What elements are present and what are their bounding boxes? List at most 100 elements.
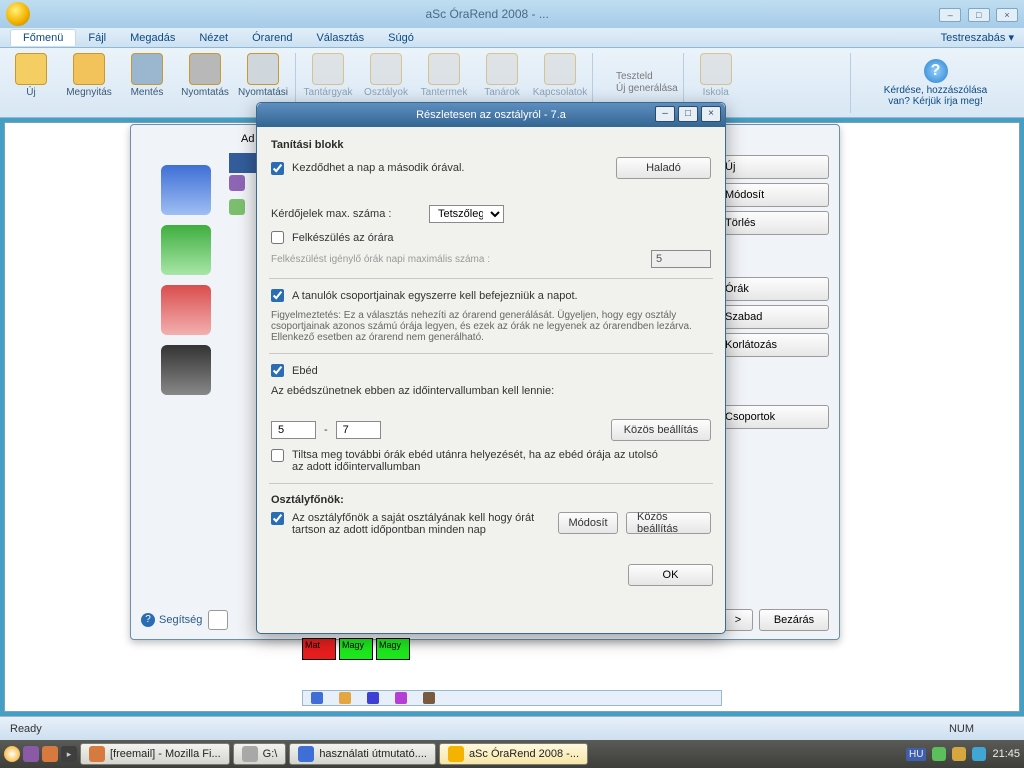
start-button[interactable] <box>4 746 20 762</box>
preparation-desc: Felkészülést igénylő órák napi maximális… <box>271 254 643 265</box>
book-icon[interactable] <box>161 165 211 215</box>
drive-icon <box>242 746 258 762</box>
quicklaunch-icon[interactable] <box>42 746 58 762</box>
modal-minimize-button[interactable]: – <box>655 106 675 122</box>
firefox-icon <box>89 746 105 762</box>
mini-hat-icon[interactable] <box>367 692 379 704</box>
parent-btn-modify[interactable]: Módosít <box>714 183 829 207</box>
advanced-button[interactable]: Haladó <box>616 157 711 179</box>
mini-person-icon[interactable] <box>339 692 351 704</box>
parent-small-button[interactable] <box>208 610 228 630</box>
task-doc[interactable]: használati útmutató.... <box>289 743 436 765</box>
cb-start-second-label: Kezdődhet a nap a második órával. <box>292 162 608 174</box>
lang-indicator[interactable]: HU <box>906 748 926 761</box>
ribbon-help-box[interactable]: ? Kérdése, hozzászólása van? Kérjük írja… <box>850 53 1020 113</box>
quicklaunch-expand-icon[interactable]: ▸ <box>61 746 77 762</box>
teacher-icon[interactable] <box>161 345 211 395</box>
status-ready: Ready <box>10 723 42 735</box>
cb-groups-finish-label: A tanulók csoportjainak egyszerre kell b… <box>292 290 578 302</box>
cb-start-second[interactable] <box>271 162 284 175</box>
menu-fajl[interactable]: Fájl <box>76 30 118 46</box>
parent-btn-lessons[interactable]: Órák <box>714 277 829 301</box>
menu-orarend[interactable]: Órarend <box>240 30 304 46</box>
lunch-desc: Az ebédszünetnek ebben az időintervallum… <box>271 385 711 397</box>
modal-title-bar: Részletesen az osztályról - 7.a – □ × <box>257 103 725 127</box>
window-controls: – □ × <box>936 7 1018 22</box>
parent-close-button[interactable]: Bezárás <box>759 609 829 631</box>
ribbon-save[interactable]: Mentés <box>120 51 174 114</box>
parent-help-link[interactable]: ? Segítség <box>141 613 202 627</box>
minimize-button[interactable]: – <box>939 8 961 22</box>
cb-class-teacher[interactable] <box>271 512 284 525</box>
task-freemail[interactable]: [freemail] - Mozilla Fi... <box>80 743 230 765</box>
parent-selected-row[interactable] <box>229 153 259 173</box>
cb-lunch[interactable] <box>271 364 284 377</box>
cb-lunch-label: Ebéd <box>292 365 318 377</box>
teacher-common-button[interactable]: Közös beállítás <box>626 512 711 534</box>
dash-label: - <box>324 424 328 436</box>
status-bar: Ready NUM <box>0 716 1024 740</box>
cb-groups-finish[interactable] <box>271 289 284 302</box>
word-icon <box>298 746 314 762</box>
tray-icon[interactable] <box>932 747 946 761</box>
parent-next-button[interactable]: > <box>723 609 753 631</box>
preparation-value <box>651 250 711 268</box>
modal-maximize-button[interactable]: □ <box>678 106 698 122</box>
tray-icon[interactable] <box>952 747 966 761</box>
cb-preparation[interactable] <box>271 231 284 244</box>
menu-fomenu[interactable]: Főmenü <box>10 29 76 46</box>
menu-bar: Főmenü Fájl Megadás Nézet Órarend Válasz… <box>0 28 1024 48</box>
cb-forbid-after-lunch-label: Tiltsa meg további órák ebéd utánra hely… <box>292 449 662 473</box>
menu-valasztas[interactable]: Választás <box>304 30 376 46</box>
modal-title: Részletesen az osztályról - 7.a <box>416 109 566 121</box>
qmarks-label: Kérdőjelek max. száma : <box>271 208 421 220</box>
house-icon[interactable] <box>161 285 211 335</box>
lunch-from-input[interactable] <box>271 421 316 439</box>
menu-megadas[interactable]: Megadás <box>118 30 187 46</box>
customize-link[interactable]: Testreszabás ▾ <box>941 31 1014 44</box>
qmarks-select[interactable]: Tetszőlege <box>429 205 504 223</box>
tray-clock[interactable]: 21:45 <box>992 748 1020 760</box>
lesson-chip-magy[interactable]: Magy <box>339 638 373 660</box>
cb-preparation-label: Felkészülés az órára <box>292 232 394 244</box>
lesson-chip-mat[interactable]: Mat <box>302 638 336 660</box>
cb-forbid-after-lunch[interactable] <box>271 449 284 462</box>
mini-diamond-icon[interactable] <box>395 692 407 704</box>
mini-book-icon[interactable] <box>311 692 323 704</box>
parent-btn-delete[interactable]: Törlés <box>714 211 829 235</box>
parent-btn-constraint[interactable]: Korlátozás <box>714 333 829 357</box>
cb-class-teacher-label: Az osztályfőnök a saját osztályának kell… <box>292 512 542 536</box>
parent-btn-groups[interactable]: Csoportok <box>714 405 829 429</box>
wizard-side-icons <box>146 155 226 405</box>
modal-ok-button[interactable]: OK <box>628 564 713 586</box>
teacher-modify-button[interactable]: Módosít <box>558 512 618 534</box>
lunch-to-input[interactable] <box>336 421 381 439</box>
app-orb-icon[interactable] <box>6 2 30 26</box>
ribbon-test: Teszteld <box>598 71 678 82</box>
section-class-teacher: Osztályfőnök: <box>271 494 711 506</box>
lunch-common-button[interactable]: Közös beállítás <box>611 419 711 441</box>
close-button[interactable]: × <box>996 8 1018 22</box>
menu-sugo[interactable]: Súgó <box>376 30 426 46</box>
class-color-icon <box>229 175 245 191</box>
help-icon: ? <box>924 59 948 83</box>
tray-icon[interactable] <box>972 747 986 761</box>
parent-label-ad: Ad <box>241 133 254 145</box>
people-icon[interactable] <box>161 225 211 275</box>
task-drive-g[interactable]: G:\ <box>233 743 287 765</box>
ribbon-generate: Új generálása <box>598 83 678 94</box>
ribbon-new[interactable]: Új <box>4 51 58 114</box>
window-title: aSc ÓraRend 2008 - ... <box>38 7 936 21</box>
class-details-dialog: Részletesen az osztályról - 7.a – □ × Ta… <box>256 102 726 634</box>
parent-btn-new[interactable]: Új <box>714 155 829 179</box>
lesson-chip-magy2[interactable]: Magy <box>376 638 410 660</box>
ribbon-print[interactable]: Nyomtatás <box>178 51 232 114</box>
maximize-button[interactable]: □ <box>968 8 990 22</box>
modal-close-button[interactable]: × <box>701 106 721 122</box>
ribbon-open[interactable]: Megnyitás <box>62 51 116 114</box>
parent-btn-free[interactable]: Szabad <box>714 305 829 329</box>
menu-nezet[interactable]: Nézet <box>187 30 240 46</box>
task-asc[interactable]: aSc ÓraRend 2008 -... <box>439 743 588 765</box>
mini-desk-icon[interactable] <box>423 692 435 704</box>
quicklaunch-icon[interactable] <box>23 746 39 762</box>
